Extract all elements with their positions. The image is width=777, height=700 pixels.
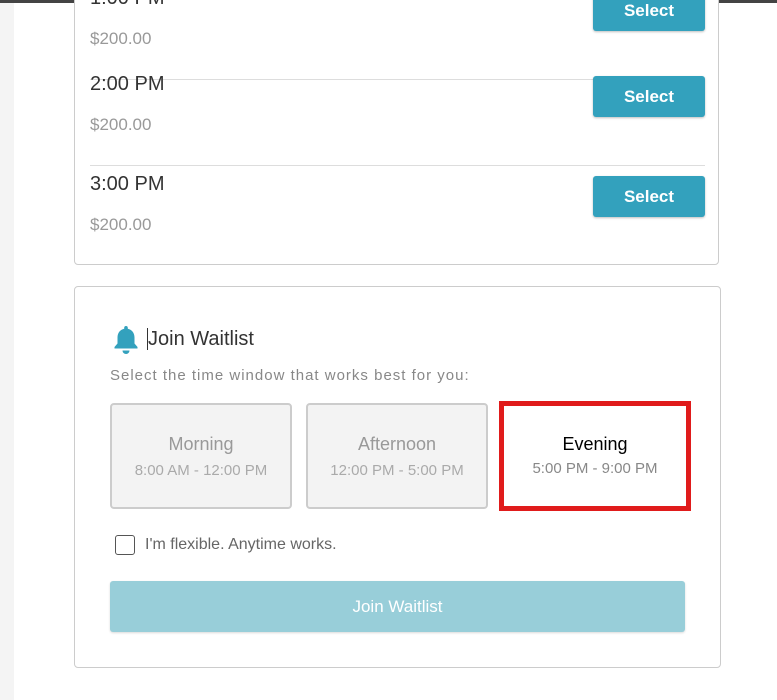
waitlist-title: Join Waitlist <box>148 328 254 350</box>
waitlist-subtitle: Select the time window that works best f… <box>110 367 470 384</box>
window-range: 12:00 PM - 5:00 PM <box>330 462 464 479</box>
bell-icon <box>114 326 138 354</box>
window-range: 8:00 AM - 12:00 PM <box>134 462 268 479</box>
slot-time: 3:00 PM <box>90 173 165 195</box>
window-name: Morning <box>168 434 234 454</box>
slot-price: $200.00 <box>90 115 152 134</box>
select-slot-button[interactable]: Select <box>593 176 705 217</box>
join-waitlist-button[interactable]: Join Waitlist <box>110 581 685 632</box>
time-slots-card: 1:00 PM $200.00 Select 2:00 PM $200.00 S… <box>74 0 719 265</box>
waitlist-card: Join Waitlist Select the time window tha… <box>74 286 721 668</box>
slot-price: $200.00 <box>90 29 152 48</box>
slot-price: $200.00 <box>90 215 152 234</box>
window-name: Afternoon <box>357 434 437 454</box>
time-window-afternoon[interactable]: Afternoon 12:00 PM - 5:00 PM <box>306 403 488 509</box>
time-window-evening[interactable]: Evening 5:00 PM - 9:00 PM <box>499 401 691 511</box>
slot-time: 1:00 PM <box>90 0 164 10</box>
select-slot-button[interactable]: Select <box>593 76 705 117</box>
window-range: 5:00 PM - 9:00 PM <box>532 460 658 477</box>
left-gutter <box>0 3 14 700</box>
time-slot-row: 2:00 PM $200.00 Select <box>90 67 705 166</box>
time-window-morning[interactable]: Morning 8:00 AM - 12:00 PM <box>110 403 292 509</box>
window-name: Evening <box>562 434 628 454</box>
slot-time: 2:00 PM <box>90 73 165 95</box>
select-slot-button[interactable]: Select <box>593 0 705 31</box>
flexible-checkbox[interactable] <box>115 535 135 555</box>
time-slot-row: 3:00 PM $200.00 Select <box>90 167 705 266</box>
flexible-label: I'm flexible. Anytime works. <box>145 536 337 553</box>
